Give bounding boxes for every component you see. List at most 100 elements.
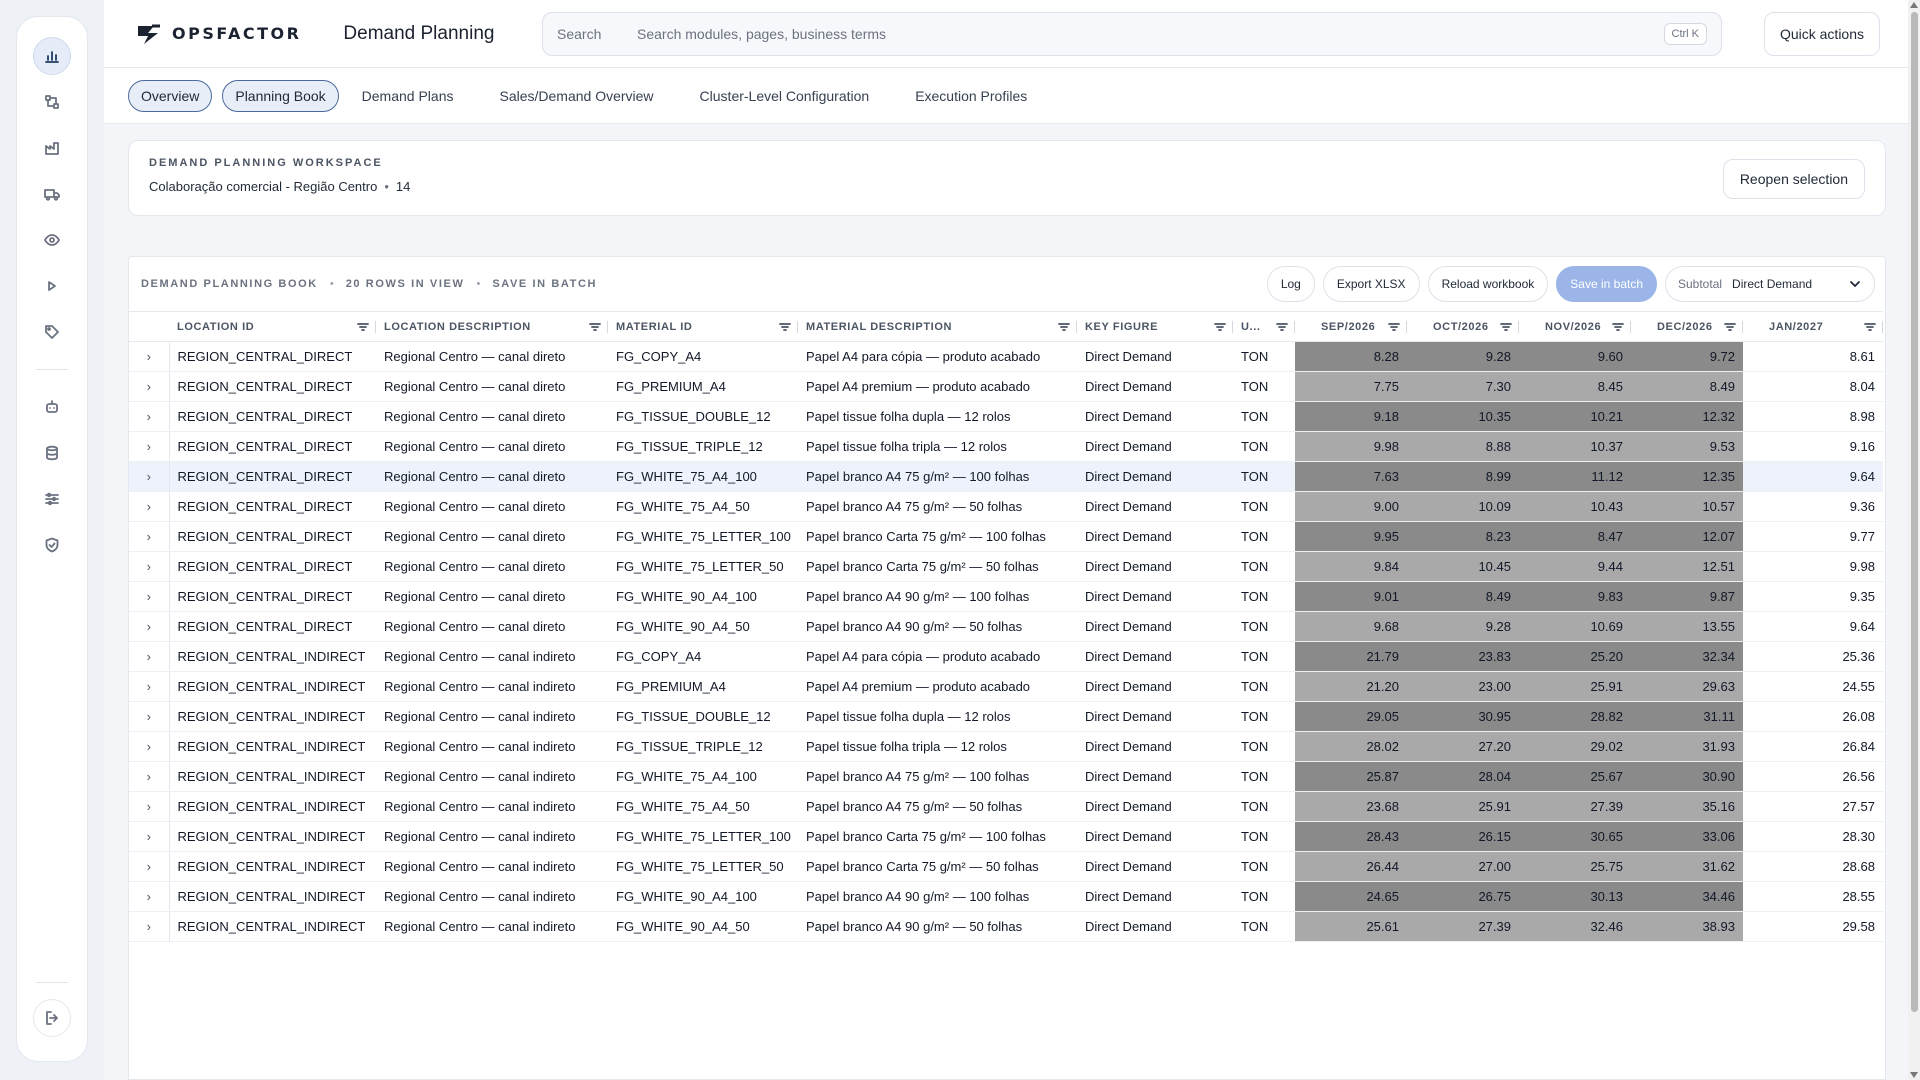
filter-icon[interactable] (1387, 320, 1401, 334)
database-icon[interactable] (33, 434, 71, 472)
cell-nov-2026[interactable]: 11.12 (1519, 461, 1631, 492)
reopen-selection-button[interactable]: Reopen selection (1722, 159, 1865, 199)
cell-dec-2026[interactable]: 9.53 (1631, 431, 1743, 462)
cell-sep-2026[interactable]: 21.79 (1295, 641, 1407, 672)
filter-icon[interactable] (1275, 320, 1289, 334)
expand-row-toggle[interactable]: › (129, 581, 170, 612)
cell-jan-2027[interactable]: 29.58 (1743, 911, 1883, 942)
cell-sep-2026[interactable]: 9.01 (1295, 581, 1407, 612)
expand-row-toggle[interactable]: › (129, 521, 170, 552)
logo[interactable]: OPSFACTOR (134, 22, 301, 46)
cell-sep-2026[interactable]: 24.65 (1295, 881, 1407, 912)
export-xlsx-button[interactable]: Export XLSX (1322, 266, 1420, 302)
cell-jan-2027[interactable]: 9.16 (1743, 431, 1883, 462)
cell-nov-2026[interactable]: 10.21 (1519, 401, 1631, 432)
cell-jan-2027[interactable]: 26.08 (1743, 701, 1883, 732)
column-header-location-id[interactable]: LOCATION ID (169, 311, 376, 342)
expand-row-toggle[interactable]: › (129, 701, 170, 732)
column-resize-handle[interactable] (1882, 321, 1883, 333)
cell-dec-2026[interactable]: 29.63 (1631, 671, 1743, 702)
cell-jan-2027[interactable]: 26.84 (1743, 731, 1883, 762)
table-row[interactable]: › REGION_CENTRAL_DIRECT Regional Centro — … (129, 551, 1883, 582)
cell-dec-2026[interactable]: 13.55 (1631, 611, 1743, 642)
table-row[interactable]: › REGION_CENTRAL_INDIRECT Regional Centro … (129, 791, 1883, 822)
table-row[interactable]: › REGION_CENTRAL_INDIRECT Regional Centro … (129, 731, 1883, 762)
table-row[interactable]: › REGION_CENTRAL_INDIRECT Regional Centro … (129, 641, 1883, 672)
page-scrollbar[interactable] (1908, 0, 1920, 1080)
filter-icon[interactable] (1723, 320, 1737, 334)
chart-icon[interactable] (33, 37, 71, 75)
search-input[interactable] (637, 26, 1664, 42)
truck-icon[interactable] (33, 175, 71, 213)
expand-row-toggle[interactable]: › (129, 791, 170, 822)
cell-oct-2026[interactable]: 10.45 (1407, 551, 1519, 582)
table-row[interactable]: › REGION_CENTRAL_INDIRECT Regional Centro … (129, 761, 1883, 792)
cell-sep-2026[interactable]: 9.98 (1295, 431, 1407, 462)
cell-dec-2026[interactable]: 12.07 (1631, 521, 1743, 552)
cell-jan-2027[interactable]: 9.35 (1743, 581, 1883, 612)
logout-icon[interactable] (33, 999, 71, 1037)
table-row[interactable]: › REGION_CENTRAL_DIRECT Regional Centro — … (129, 401, 1883, 432)
cell-sep-2026[interactable]: 7.63 (1295, 461, 1407, 492)
cell-nov-2026[interactable]: 10.37 (1519, 431, 1631, 462)
column-header-key-figure[interactable]: KEY FIGURE (1077, 311, 1233, 342)
filter-icon[interactable] (778, 320, 792, 334)
cell-sep-2026[interactable]: 28.02 (1295, 731, 1407, 762)
cell-jan-2027[interactable]: 28.55 (1743, 881, 1883, 912)
expand-row-toggle[interactable]: › (129, 401, 170, 432)
table-row[interactable]: › REGION_CENTRAL_INDIRECT Regional Centro … (129, 851, 1883, 882)
cell-oct-2026[interactable]: 9.28 (1407, 341, 1519, 372)
expand-row-toggle[interactable]: › (129, 911, 170, 942)
scroll-down-arrow[interactable] (1910, 1072, 1918, 1078)
cell-nov-2026[interactable]: 27.39 (1519, 791, 1631, 822)
expand-row-toggle[interactable]: › (129, 491, 170, 522)
cell-sep-2026[interactable]: 9.18 (1295, 401, 1407, 432)
table-row[interactable]: › REGION_CENTRAL_INDIRECT Regional Centro … (129, 701, 1883, 732)
table-row[interactable]: › REGION_CENTRAL_DIRECT Regional Centro — … (129, 521, 1883, 552)
cell-sep-2026[interactable]: 29.05 (1295, 701, 1407, 732)
cell-sep-2026[interactable]: 23.68 (1295, 791, 1407, 822)
subtotal-select[interactable]: Subtotal Direct Demand (1665, 266, 1875, 302)
expand-row-toggle[interactable]: › (129, 851, 170, 882)
reload-workbook-button[interactable]: Reload workbook (1427, 266, 1549, 302)
cell-sep-2026[interactable]: 9.95 (1295, 521, 1407, 552)
cell-oct-2026[interactable]: 26.15 (1407, 821, 1519, 852)
tag-icon[interactable] (33, 313, 71, 351)
filter-icon[interactable] (1611, 320, 1625, 334)
cell-oct-2026[interactable]: 8.23 (1407, 521, 1519, 552)
expand-row-toggle[interactable]: › (129, 641, 170, 672)
expand-row-toggle[interactable]: › (129, 461, 170, 492)
column-header-material-description[interactable]: MATERIAL DESCRIPTION (798, 311, 1077, 342)
scroll-up-arrow[interactable] (1910, 2, 1918, 8)
cell-dec-2026[interactable]: 31.11 (1631, 701, 1743, 732)
cell-nov-2026[interactable]: 29.02 (1519, 731, 1631, 762)
cell-nov-2026[interactable]: 25.20 (1519, 641, 1631, 672)
expand-row-toggle[interactable]: › (129, 431, 170, 462)
save-in-batch-button[interactable]: Save in batch (1556, 266, 1657, 302)
cell-sep-2026[interactable]: 26.44 (1295, 851, 1407, 882)
cell-jan-2027[interactable]: 8.61 (1743, 341, 1883, 372)
cell-oct-2026[interactable]: 8.99 (1407, 461, 1519, 492)
column-header-sep-2026[interactable]: SEP/2026 (1295, 311, 1407, 342)
cell-jan-2027[interactable]: 25.36 (1743, 641, 1883, 672)
column-header-dec-2026[interactable]: DEC/2026 (1631, 311, 1743, 342)
quick-actions-button[interactable]: Quick actions (1764, 12, 1880, 56)
cell-nov-2026[interactable]: 8.45 (1519, 371, 1631, 402)
cell-sep-2026[interactable]: 9.00 (1295, 491, 1407, 522)
tab-planning-book[interactable]: Planning Book (222, 79, 339, 112)
cell-dec-2026[interactable]: 12.32 (1631, 401, 1743, 432)
cell-jan-2027[interactable]: 24.55 (1743, 671, 1883, 702)
table-row[interactable]: › REGION_CENTRAL_INDIRECT Regional Centro … (129, 671, 1883, 702)
filter-icon[interactable] (1499, 320, 1513, 334)
expand-row-toggle[interactable]: › (129, 731, 170, 762)
cell-dec-2026[interactable]: 31.62 (1631, 851, 1743, 882)
filter-icon[interactable] (356, 320, 370, 334)
log-button[interactable]: Log (1266, 266, 1315, 302)
cell-jan-2027[interactable]: 9.64 (1743, 611, 1883, 642)
cell-nov-2026[interactable]: 28.82 (1519, 701, 1631, 732)
cell-dec-2026[interactable]: 8.49 (1631, 371, 1743, 402)
table-row[interactable]: › REGION_CENTRAL_INDIRECT Regional Centro … (129, 911, 1883, 942)
shield-check-icon[interactable] (33, 526, 71, 564)
cell-dec-2026[interactable]: 12.35 (1631, 461, 1743, 492)
cell-oct-2026[interactable]: 30.95 (1407, 701, 1519, 732)
